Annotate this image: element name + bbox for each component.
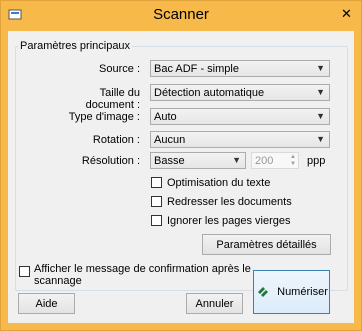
document-size-select[interactable]: Détection automatique ▼ <box>150 84 330 101</box>
confirmation-label-line2: scannage <box>34 275 82 287</box>
scan-icon <box>258 287 269 297</box>
chevron-down-icon: ▼ <box>316 87 325 97</box>
source-select[interactable]: Bac ADF - simple ▼ <box>150 60 330 77</box>
scan-button[interactable]: Numériser <box>253 270 330 314</box>
scanner-window: Scanner ✕ Paramètres principaux Source :… <box>0 0 362 331</box>
window-title: Scanner <box>153 6 209 23</box>
resolution-value: Basse <box>154 155 185 167</box>
advanced-settings-button[interactable]: Paramètres détaillés <box>202 234 331 255</box>
image-type-select[interactable]: Auto ▼ <box>150 108 330 125</box>
image-type-value: Auto <box>154 111 177 123</box>
resolution-label: Résolution : <box>81 155 140 167</box>
confirmation-checkbox[interactable] <box>19 266 30 277</box>
confirmation-label-line1: Afficher le message de confirmation aprè… <box>34 263 251 275</box>
chevron-down-icon: ▼ <box>316 134 325 144</box>
rotation-select[interactable]: Aucun ▼ <box>150 131 330 148</box>
help-button[interactable]: Aide <box>18 293 75 314</box>
image-type-label: Type d'image : <box>68 111 140 123</box>
rotation-label: Rotation : <box>92 134 140 146</box>
source-value: Bac ADF - simple <box>154 63 239 75</box>
resolution-number-field[interactable]: 200 ▲ ▼ <box>251 152 299 169</box>
resolution-select[interactable]: Basse ▼ <box>150 152 246 169</box>
skip-blank-pages-checkbox[interactable] <box>151 215 162 226</box>
deskew-label: Redresser les documents <box>167 196 292 208</box>
chevron-down-icon: ▼ <box>232 155 241 165</box>
deskew-checkbox[interactable] <box>151 196 162 207</box>
chevron-down-icon: ▼ <box>316 111 325 121</box>
spin-up-icon: ▲ <box>290 154 296 160</box>
text-enhancement-checkbox[interactable] <box>151 177 162 188</box>
close-button[interactable]: ✕ <box>338 5 355 22</box>
rotation-value: Aucun <box>154 134 186 146</box>
resolution-unit: ppp <box>307 155 326 167</box>
main-settings-title: Paramètres principaux <box>18 40 133 52</box>
close-icon: ✕ <box>341 5 352 21</box>
dialog-body: Paramètres principaux Source : Bac ADF -… <box>8 31 354 323</box>
chevron-down-icon: ▼ <box>316 63 325 73</box>
text-enhancement-label: Optimisation du texte <box>167 177 271 189</box>
title-bar: Scanner ✕ <box>1 1 361 29</box>
skip-blank-pages-label: Ignorer les pages vierges <box>167 215 291 227</box>
confirmation-label: Afficher le message de confirmation aprè… <box>34 263 251 287</box>
resolution-number: 200 <box>255 155 274 167</box>
source-label: Source : <box>99 63 140 75</box>
scan-button-label: Numériser <box>277 286 328 298</box>
document-size-value: Détection automatique <box>154 87 265 99</box>
document-size-label: Taille du document : <box>85 87 140 111</box>
cancel-button[interactable]: Annuler <box>186 293 243 314</box>
spin-down-icon: ▼ <box>290 161 296 167</box>
